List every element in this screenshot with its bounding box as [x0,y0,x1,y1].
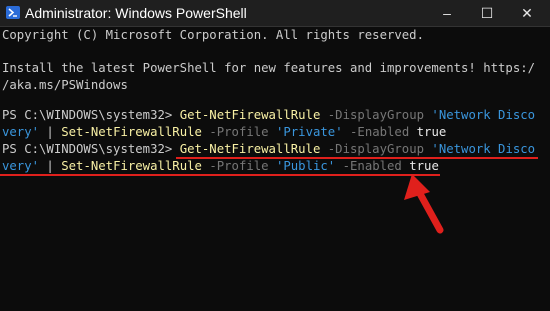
command-2-line-2: very' | Set-NetFirewallRule -Profile 'Pu… [2,158,439,175]
cmdlet-set: Set-NetFirewallRule [61,159,202,173]
param-profile: -Profile [201,159,276,173]
pipe: | [39,159,62,173]
param-enabled: -Enabled [342,125,417,139]
command-1-line-1: PS C:\WINDOWS\system32> Get-NetFirewallR… [2,107,535,124]
highlight-underline-2 [0,174,440,176]
install-line-1: Install the latest PowerShell for new fe… [2,61,536,75]
cmdlet-set: Set-NetFirewallRule [61,125,202,139]
arg-enabled: true [409,159,439,173]
arg-displaygroup: 'Network Disco [431,108,536,122]
maximize-button[interactable]: ☐ [468,0,506,26]
copyright-line: Copyright (C) Microsoft Corporation. All… [2,28,424,42]
arg-enabled: true [416,125,447,139]
console-scrollbar[interactable] [540,27,550,311]
arg-profile: 'Public' [275,159,336,173]
minimize-button[interactable]: – [428,0,466,26]
pipe: | [39,125,62,139]
command-1-line-2: very' | Set-NetFirewallRule -Profile 'Pr… [2,124,446,141]
cmdlet-get: Get-NetFirewallRule [179,108,321,122]
install-line-2: /aka.ms/PSWindows [2,78,128,92]
command-2-line-1: PS C:\WINDOWS\system32> Get-NetFirewallR… [2,141,535,158]
close-button[interactable]: ✕ [508,0,546,26]
arg-profile: 'Private' [275,125,343,139]
param-enabled: -Enabled [335,159,410,173]
cmdlet-get: Get-NetFirewallRule [179,142,321,156]
prompt: PS C:\WINDOWS\system32> [2,142,180,156]
window-title: Administrator: Windows PowerShell [25,5,247,21]
console-output[interactable]: Copyright (C) Microsoft Corporation. All… [0,27,550,311]
powershell-window: Administrator: Windows PowerShell – ☐ ✕ … [0,0,550,311]
param-displaygroup: -DisplayGroup [320,142,432,156]
arg-displaygroup-cont: very' [2,125,40,139]
param-displaygroup: -DisplayGroup [320,108,432,122]
arg-displaygroup: 'Network Disco [431,142,536,156]
param-profile: -Profile [201,125,276,139]
prompt: PS C:\WINDOWS\system32> [2,108,180,122]
arg-displaygroup-cont: very' [2,159,40,173]
powershell-icon [6,6,20,19]
title-bar[interactable]: Administrator: Windows PowerShell – ☐ ✕ [0,0,550,27]
arrow-annotation-icon [404,174,444,234]
